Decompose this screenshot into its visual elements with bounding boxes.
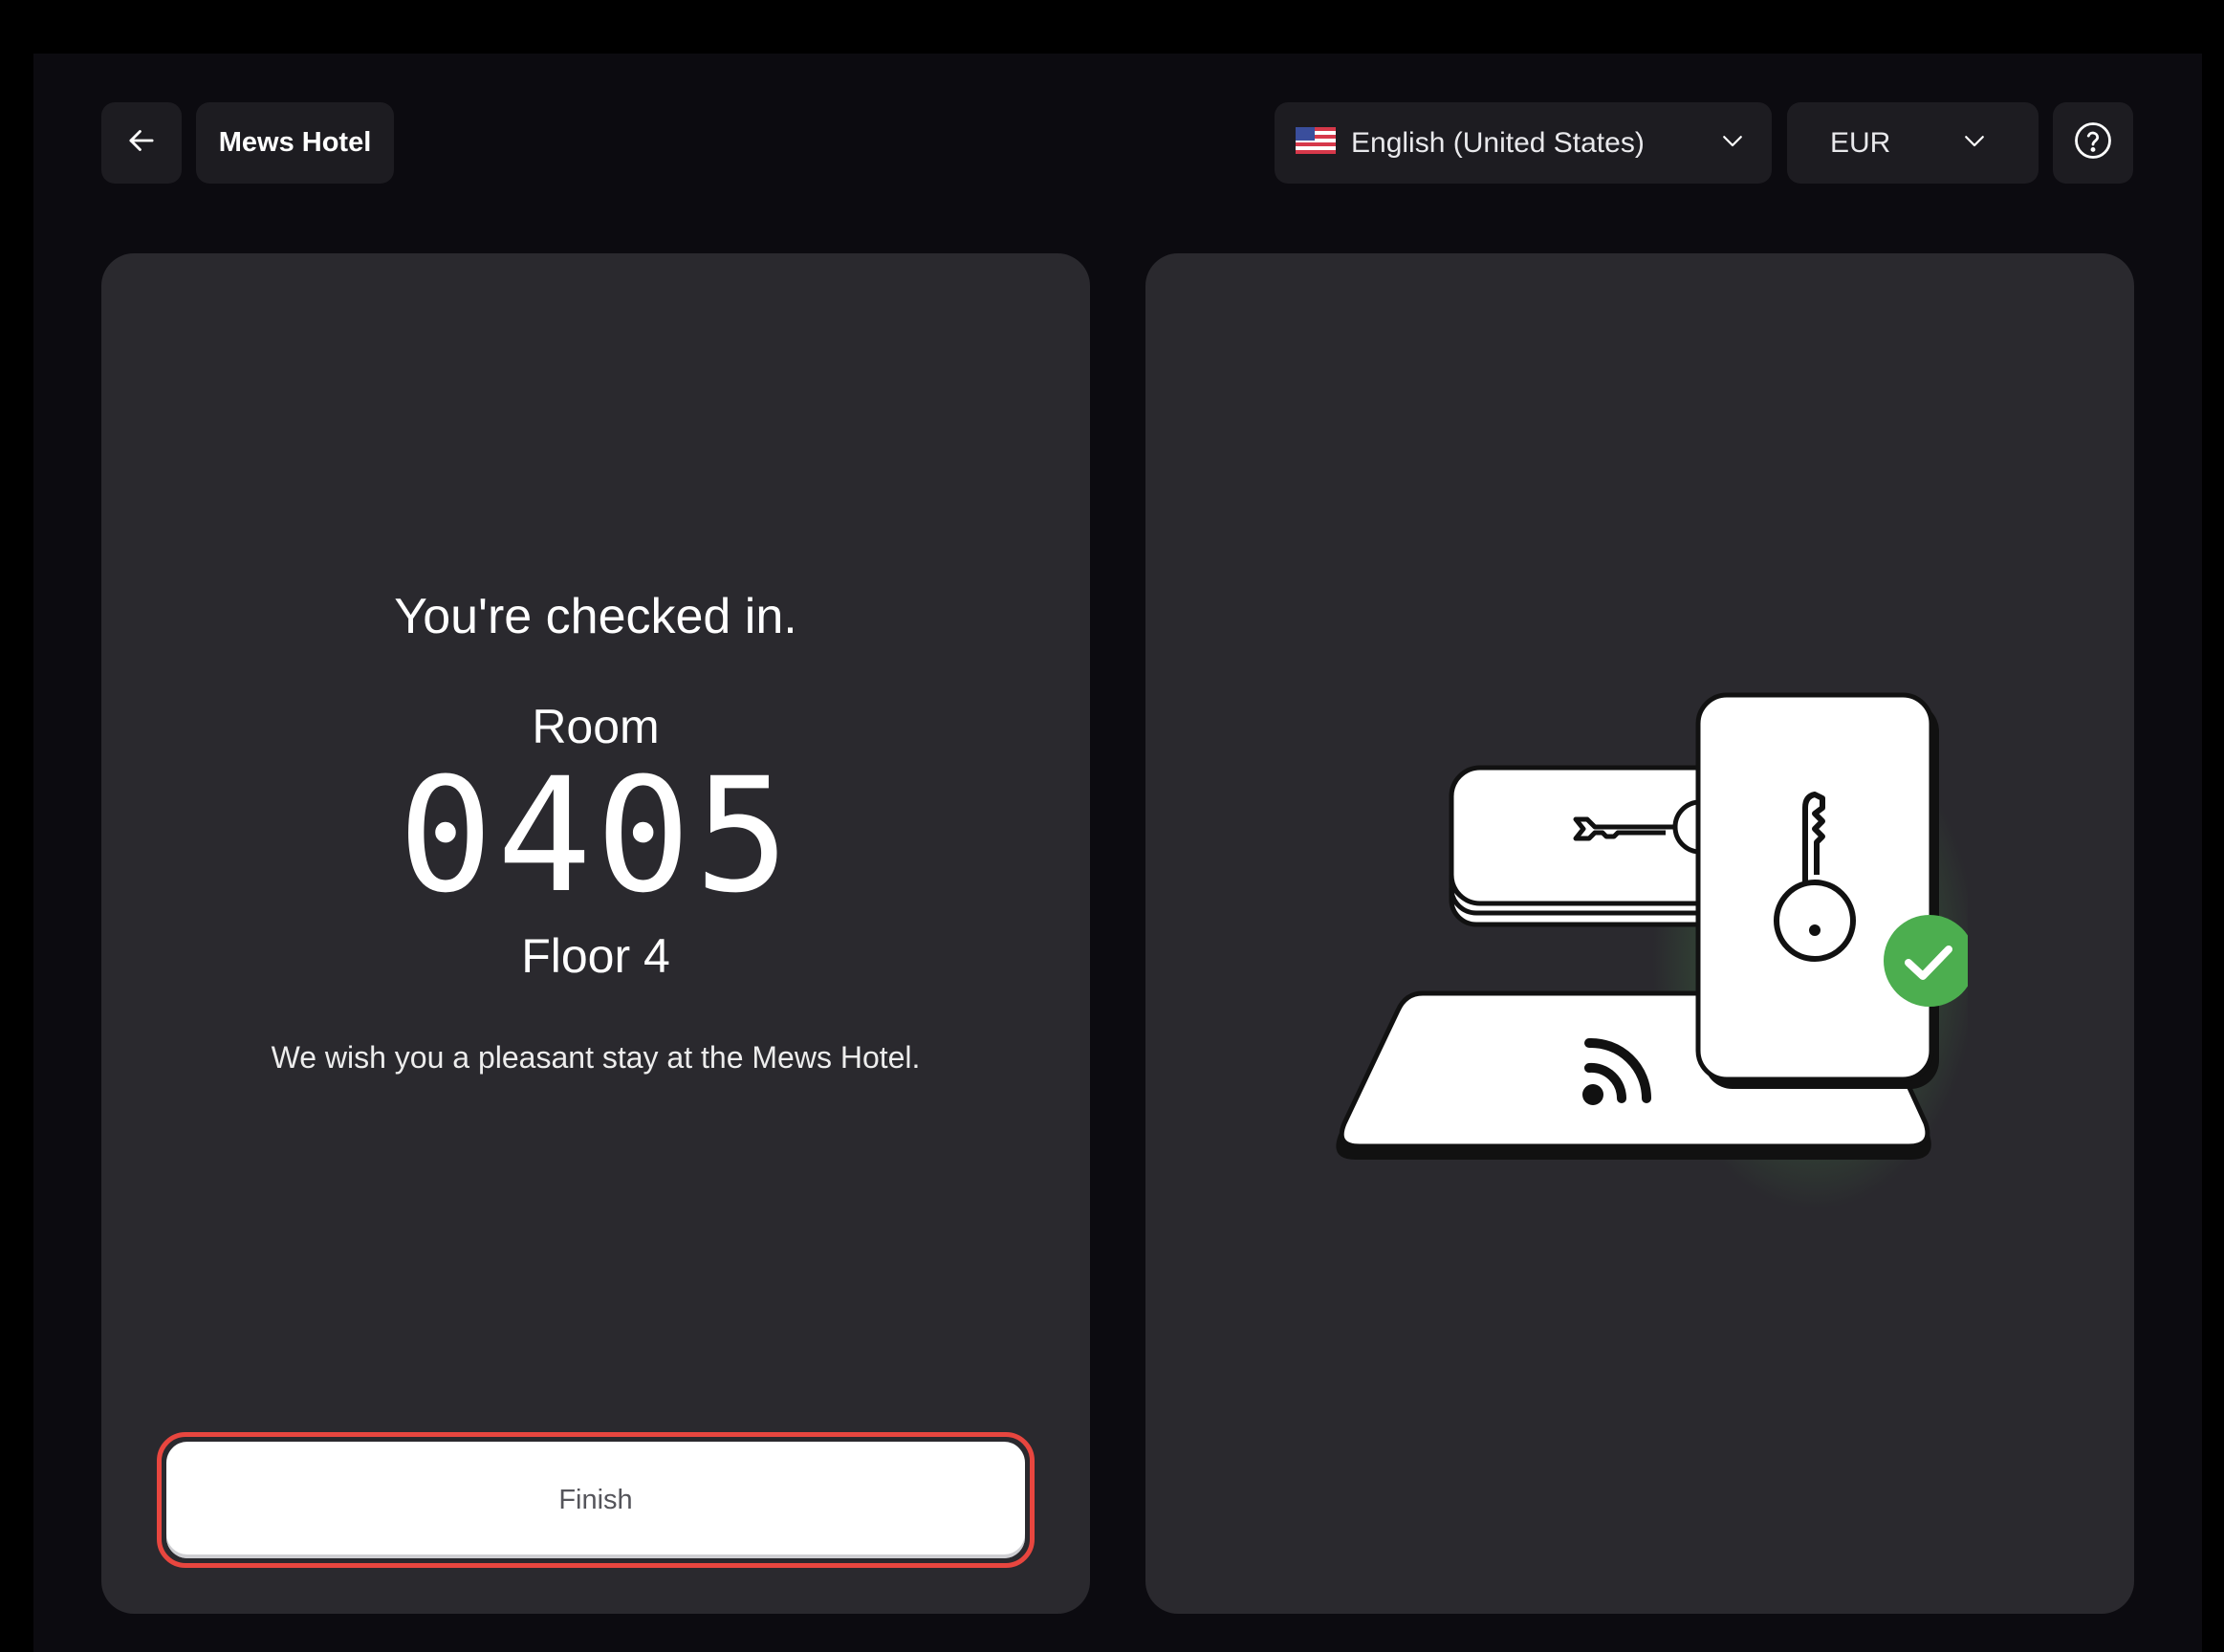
currency-label: EUR [1830, 126, 1891, 159]
confirmation-panel: You're checked in. Room 0405 Floor 4 We … [101, 253, 1090, 1614]
language-select[interactable]: English (United States) [1275, 102, 1772, 184]
mobile-key-icon [1695, 692, 1939, 1089]
arrow-left-icon [123, 122, 160, 163]
room-number: 0405 [398, 744, 794, 927]
language-label: English (United States) [1351, 126, 1645, 159]
illustration-panel [1145, 253, 2134, 1614]
room-key-illustration [1336, 692, 1968, 1209]
welcome-message: We wish you a pleasant stay at the Mews … [271, 1040, 921, 1075]
back-button[interactable] [101, 102, 182, 184]
us-flag-icon [1296, 127, 1336, 159]
chevron-down-icon [1960, 126, 1989, 160]
help-button[interactable] [2053, 102, 2133, 184]
finish-button[interactable]: Finish [166, 1442, 1025, 1558]
hotel-name-button[interactable]: Mews Hotel [196, 102, 394, 184]
hotel-name: Mews Hotel [218, 127, 372, 158]
currency-select[interactable]: EUR [1787, 102, 2039, 184]
floor-label: Floor 4 [521, 929, 670, 983]
help-icon [2073, 120, 2113, 165]
chevron-down-icon [1718, 126, 1747, 160]
page-title: You're checked in. [394, 589, 797, 644]
